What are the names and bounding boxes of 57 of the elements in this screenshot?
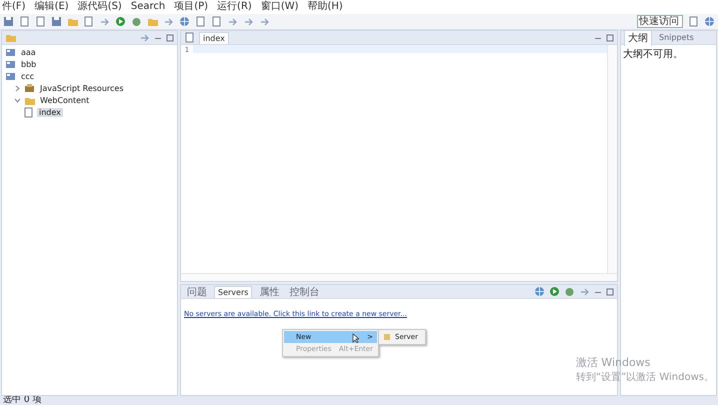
run-icon[interactable] — [115, 16, 126, 27]
menu-item[interactable]: 件(F) — [2, 1, 26, 13]
tree-item[interactable]: index — [37, 108, 63, 117]
tree-item[interactable]: ccc — [19, 72, 36, 81]
globe-icon[interactable] — [534, 286, 545, 297]
tree-item[interactable]: aaa — [19, 48, 38, 57]
tree-item[interactable]: JavaScript Resources — [38, 84, 126, 93]
arrow-icon[interactable] — [99, 16, 110, 27]
arrow-icon[interactable] — [243, 16, 254, 27]
page-icon[interactable] — [211, 16, 222, 27]
page-icon[interactable] — [688, 16, 699, 27]
scrollbar[interactable] — [607, 45, 617, 273]
globe-icon[interactable] — [179, 16, 190, 27]
activation-text: 转到“设置”以激活 Windows。 — [576, 370, 714, 384]
activation-title: 激活 Windows — [576, 355, 652, 370]
page-icon[interactable] — [83, 16, 94, 27]
mouse-cursor-icon — [352, 333, 359, 343]
project-icon — [5, 47, 16, 58]
maximize-icon[interactable] — [606, 288, 614, 296]
menu-item[interactable]: 源代码(S) — [78, 1, 122, 13]
save-icon[interactable] — [51, 16, 62, 27]
arrow-icon[interactable] — [163, 16, 174, 27]
panel-tab[interactable]: 大纲 — [624, 31, 652, 46]
maximize-icon[interactable] — [166, 34, 174, 42]
panel-tab[interactable]: 属性 — [256, 285, 282, 300]
editor-tab[interactable]: index — [199, 32, 229, 44]
save-icon[interactable] — [3, 16, 14, 27]
arrow-icon[interactable] — [259, 16, 270, 27]
tree-item[interactable]: WebContent — [38, 96, 92, 105]
project-icon — [5, 71, 16, 82]
scrollbar[interactable] — [181, 273, 617, 281]
panel-tab[interactable]: Snippets — [656, 32, 697, 43]
arrow-icon[interactable] — [139, 32, 150, 43]
menu-item[interactable]: 运行(R) — [217, 1, 252, 13]
page-icon[interactable] — [195, 16, 206, 27]
globe-icon[interactable] — [704, 16, 715, 27]
page-icon[interactable] — [19, 16, 30, 27]
run-icon[interactable] — [549, 286, 560, 297]
server-icon — [383, 333, 391, 341]
menu-item[interactable]: Search — [130, 1, 166, 13]
panel-tab[interactable]: 控制台 — [286, 285, 322, 300]
jar-icon — [24, 83, 35, 94]
menu-item[interactable]: 帮助(H) — [308, 1, 343, 13]
menu-item[interactable]: 项目(P) — [174, 1, 208, 13]
folder-icon — [24, 95, 35, 106]
message-text: 大纲不可用。 — [622, 48, 684, 62]
panel-tab[interactable]: Servers — [214, 286, 252, 298]
arrow-icon[interactable] — [579, 286, 590, 297]
panel-tab[interactable]: 问题 — [184, 285, 210, 300]
menu-item[interactable]: 窗口(W) — [260, 1, 299, 13]
page-icon — [23, 107, 34, 118]
tree-item[interactable]: bbb — [19, 60, 38, 69]
page-icon[interactable] — [35, 16, 46, 27]
project-icon — [5, 59, 16, 70]
maximize-icon[interactable] — [606, 34, 614, 42]
arrow-icon[interactable] — [227, 16, 238, 27]
menu-item[interactable]: 编辑(E) — [34, 1, 69, 13]
